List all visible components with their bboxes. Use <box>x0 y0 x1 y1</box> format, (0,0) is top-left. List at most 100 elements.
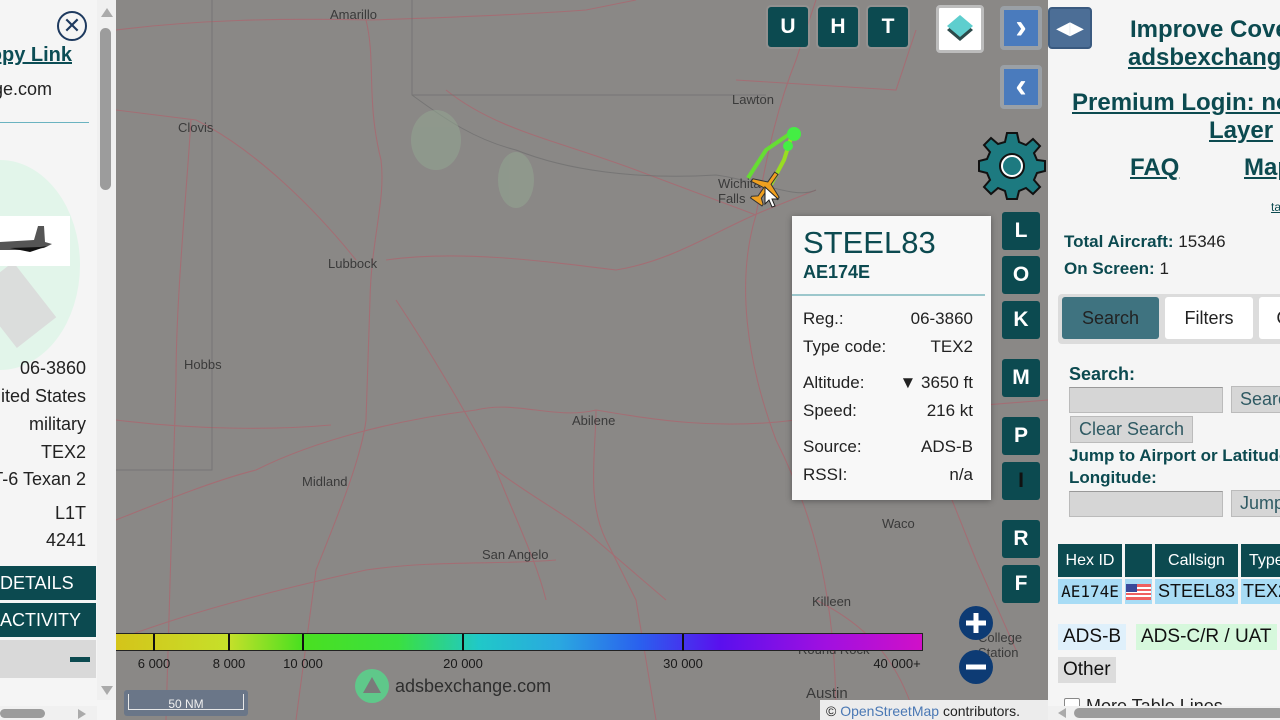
expand-collapse-icon: ◀▶ <box>1056 18 1084 38</box>
city-label: Midland <box>302 474 348 489</box>
column-header-type[interactable]: Type <box>1241 544 1280 577</box>
hscrollbar-thumb[interactable] <box>1074 708 1280 718</box>
prev-aircraft-button[interactable]: ‹ <box>1000 65 1042 109</box>
details-section-toggle[interactable]: DETAILS <box>0 566 96 600</box>
legend-tick <box>682 634 684 651</box>
copyright-symbol: © <box>826 703 837 719</box>
popup-label: Reg.: <box>803 309 844 328</box>
popup-hex-id: AE174E <box>803 262 871 282</box>
scrollbar-thumb[interactable] <box>100 28 111 190</box>
sidebar-panel: ◀▶ Improve Coverage adsbexchange.com Pre… <box>1048 0 1280 720</box>
popup-row-altitude: Altitude: ▼ 3650 ft <box>803 373 973 393</box>
premium-login-link[interactable]: Premium Login: no ads <box>1072 89 1280 117</box>
map-link[interactable]: Map <box>1244 154 1280 182</box>
category-value: military <box>29 414 86 434</box>
map-button-f[interactable]: F <box>1002 565 1040 603</box>
popup-value: n/a <box>949 465 973 484</box>
popup-label: Source: <box>803 437 862 456</box>
jump-input[interactable] <box>1069 491 1223 517</box>
search-input[interactable] <box>1069 387 1223 413</box>
popup-row-source: Source: ADS-B <box>803 437 973 457</box>
scroll-up-arrow-icon[interactable] <box>101 8 113 17</box>
hscrollbar-thumb[interactable] <box>0 709 45 718</box>
popup-value: 06-3860 <box>910 309 973 328</box>
scroll-down-arrow-icon[interactable] <box>101 686 113 695</box>
map-button-r[interactable]: R <box>1002 520 1040 558</box>
map-button-m[interactable]: M <box>1002 359 1040 397</box>
collapsed-section[interactable] <box>0 640 96 678</box>
map-button-i[interactable]: I <box>1002 462 1040 500</box>
legend-tick <box>228 634 230 651</box>
legend-label: 40 000+ <box>873 656 921 671</box>
tab-search[interactable]: Search <box>1062 297 1159 339</box>
cell-callsign: STEEL83 <box>1155 579 1238 604</box>
popup-row-speed: Speed: 216 kt <box>803 401 973 421</box>
popup-row-type-code: Type code: TEX2 <box>803 337 973 357</box>
registration-value: 06-3860 <box>19 358 86 378</box>
map-button-o[interactable]: O <box>1002 256 1040 294</box>
search-button[interactable]: Search <box>1231 386 1280 413</box>
left-panel-hscrollbar[interactable] <box>0 706 97 720</box>
popup-row-registration: Reg.: 06-3860 <box>803 309 973 329</box>
next-aircraft-button[interactable]: › <box>1000 6 1042 50</box>
close-icon[interactable]: ✕ <box>57 11 87 41</box>
type-code-value: TEX2 <box>40 442 86 462</box>
city-label: Waco <box>882 516 915 531</box>
aircraft-popup[interactable]: STEEL83 AE174E Reg.: 06-3860 Type code: … <box>792 216 991 500</box>
small-link[interactable]: ta <box>1271 200 1280 214</box>
aircraft-info-panel: ✕ Copy Link adsbexchange.com 06-3860 Uni… <box>0 0 116 720</box>
us-flag-icon <box>1125 579 1152 604</box>
map-button-l[interactable]: L <box>1002 212 1040 250</box>
tab-filters[interactable]: Filters <box>1165 297 1253 339</box>
gear-icon[interactable] <box>976 130 1048 202</box>
tab-other[interactable]: Other <box>1259 297 1280 339</box>
zoom-in-button[interactable] <box>959 606 993 640</box>
faq-link[interactable]: FAQ <box>1130 154 1179 182</box>
column-header-flag[interactable] <box>1125 544 1152 577</box>
map-button-h[interactable]: H <box>818 7 858 47</box>
map-button-t[interactable]: T <box>868 7 908 47</box>
column-header-hex[interactable]: Hex ID <box>1058 544 1122 577</box>
city-label: Abilene <box>572 413 616 428</box>
zoom-out-button[interactable] <box>959 650 993 684</box>
scale-label: 50 NM <box>128 694 244 711</box>
legend-adsb: ADS-B <box>1058 624 1127 650</box>
on-screen-stat: On Screen: 1 <box>1064 259 1169 279</box>
left-panel-scrollbar[interactable] <box>97 0 116 700</box>
total-aircraft-label: Total Aircraft: <box>1064 232 1174 251</box>
chevron-left-icon: ‹ <box>1015 67 1027 105</box>
scroll-right-arrow-icon[interactable] <box>78 709 86 719</box>
cell-hex: AE174E <box>1058 579 1122 604</box>
adsbexchange-link[interactable]: adsbexchange.com <box>1128 44 1280 72</box>
sidebar-hscrollbar[interactable] <box>1048 706 1280 720</box>
scroll-left-arrow-icon[interactable] <box>1058 708 1066 718</box>
improve-coverage-link[interactable]: Improve Coverage <box>1130 16 1280 44</box>
legend-label: 8 000 <box>212 656 246 671</box>
layers-icon <box>947 15 973 41</box>
watermark-text: adsbexchange.com <box>395 675 552 696</box>
map-button-p[interactable]: P <box>1002 417 1040 455</box>
activity-section-toggle[interactable]: ACTIVITY <box>0 603 96 637</box>
adsbx-logo-icon <box>355 669 389 703</box>
map-button-k[interactable]: K <box>1002 301 1040 339</box>
popup-label: RSSI: <box>803 465 848 484</box>
divider <box>0 122 89 123</box>
search-label: Search: <box>1069 364 1136 384</box>
minus-icon[interactable] <box>70 657 90 662</box>
layers-button[interactable] <box>936 5 984 53</box>
map-view[interactable]: Amarillo Clovis Lawton Wichita Falls Lub… <box>116 0 1048 720</box>
clear-search-button[interactable]: Clear Search <box>1070 416 1194 443</box>
total-aircraft-value: 15346 <box>1178 232 1226 251</box>
toggle-sidebar-button[interactable]: ◀▶ <box>1048 7 1092 49</box>
on-screen-label: On Screen: <box>1064 259 1155 278</box>
city-label: Hobbs <box>184 357 222 372</box>
openstreetmap-link[interactable]: OpenStreetMap <box>840 703 939 719</box>
legend-tick <box>153 634 155 651</box>
copy-link[interactable]: Copy Link <box>0 44 72 67</box>
premium-layer-link[interactable]: Layer <box>1209 117 1273 145</box>
jump-button[interactable]: Jump <box>1231 490 1280 517</box>
aircraft-photo[interactable] <box>0 216 70 266</box>
map-button-u[interactable]: U <box>768 7 808 47</box>
aircraft-photo-icon <box>0 226 52 252</box>
column-header-callsign[interactable]: Callsign <box>1155 544 1238 577</box>
